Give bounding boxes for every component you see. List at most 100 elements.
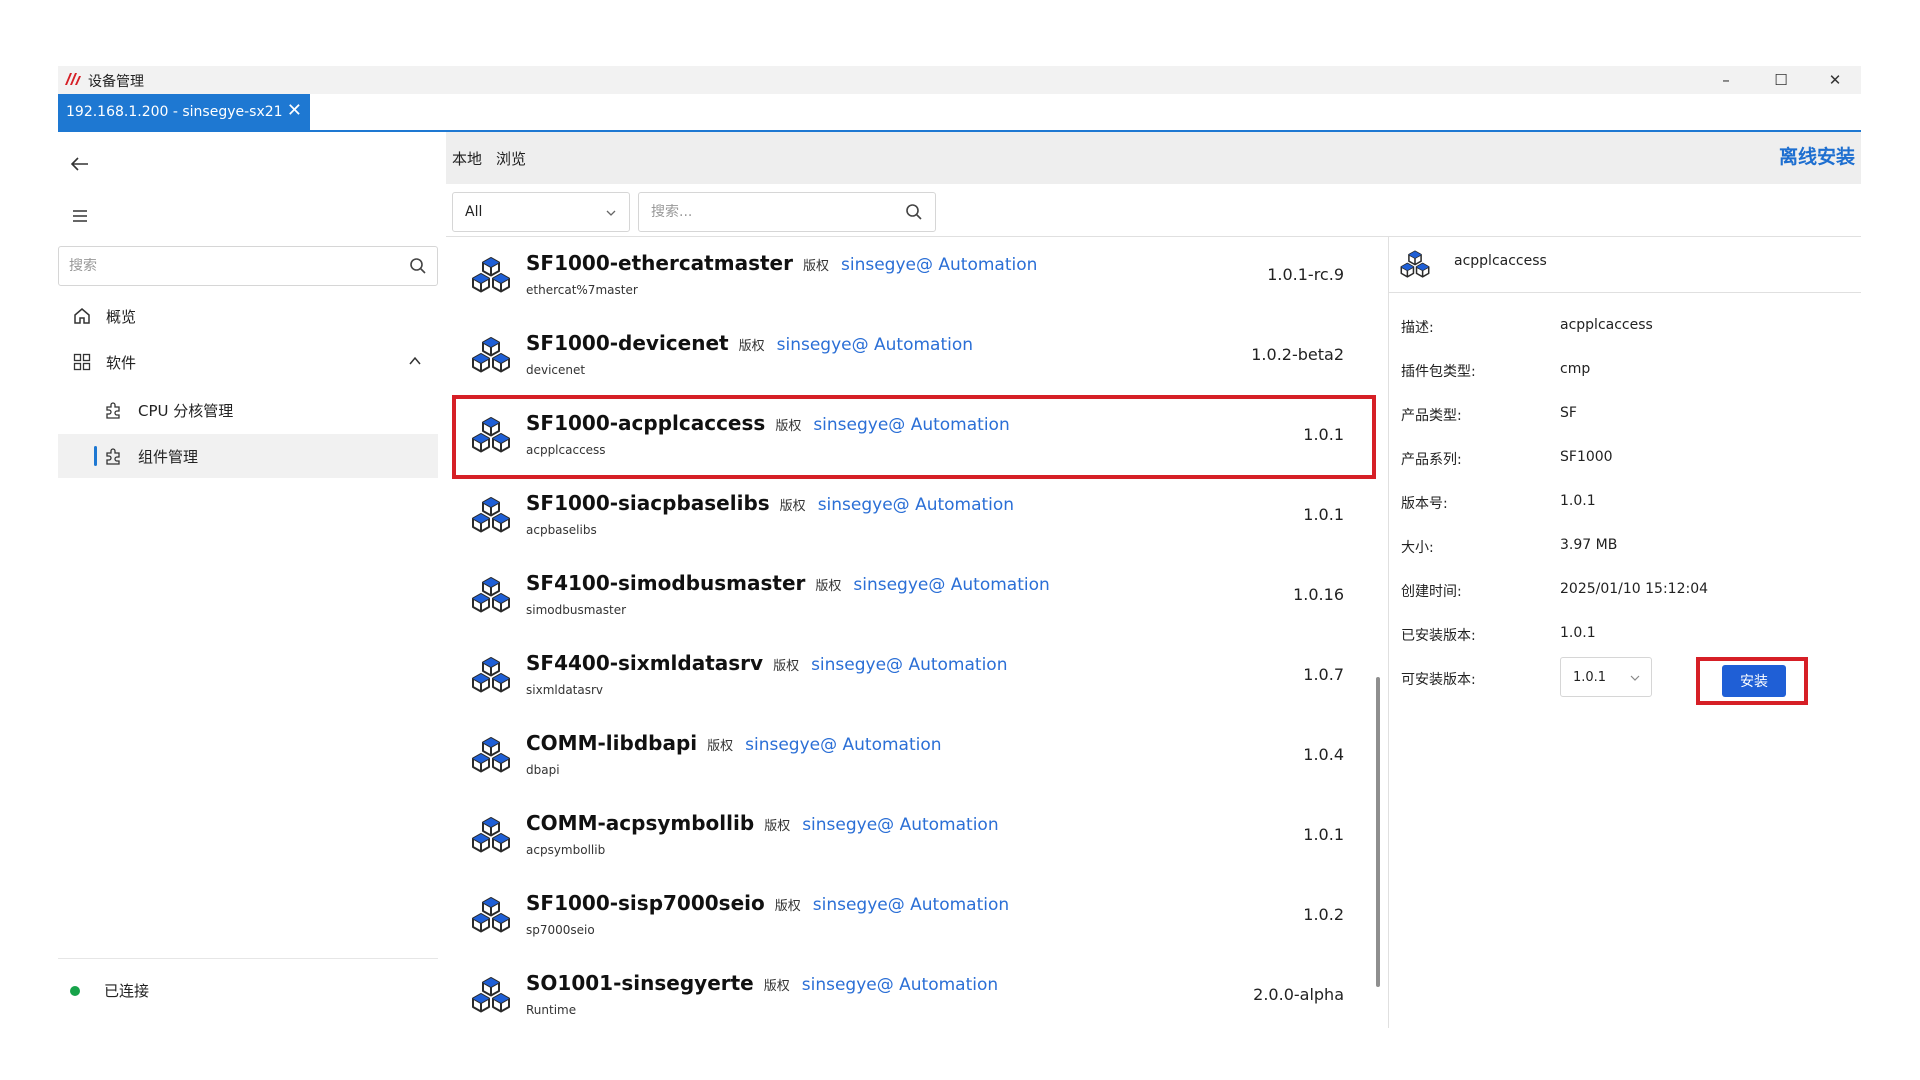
package-row[interactable]: SO1001-sinsegyerte 版权 sinsegye@ Automation…: [454, 957, 1374, 1028]
field-label: 描述:: [1401, 320, 1434, 336]
package-copyright: 版权: [763, 979, 790, 994]
category-filter-value: All: [465, 204, 483, 220]
tab-local[interactable]: 本地: [452, 148, 482, 169]
package-name: SF4400-sixmldatasrv: [526, 651, 764, 675]
sidebar-item-overview[interactable]: 概览: [58, 294, 438, 338]
installable-version-value: 1.0.1: [1573, 669, 1607, 685]
package-copyright: 版权: [774, 899, 801, 914]
sidebar-item-label: 软件: [106, 353, 137, 372]
package-name: SF4100-simodbusmaster: [526, 571, 806, 595]
offline-install-button[interactable]: 离线安装: [1779, 142, 1855, 169]
package-row-selected[interactable]: SF1000-acpplcaccess 版权 sinsegye@ Automatio…: [452, 395, 1376, 479]
chevron-up-icon[interactable]: [408, 354, 422, 368]
install-button[interactable]: 安装: [1722, 665, 1786, 697]
sidebar-search: [58, 246, 438, 286]
package-vendor: sinsegye@ Automation: [853, 575, 1050, 595]
package-version: 1.0.2-beta2: [1251, 345, 1344, 364]
sidebar-item-cpu-core-management[interactable]: CPU 分核管理: [58, 388, 438, 432]
back-arrow-icon[interactable]: [68, 152, 92, 176]
puzzle-icon: [104, 446, 124, 466]
detail-title: acpplcaccess: [1454, 253, 1547, 269]
app-title: 设备管理: [88, 74, 144, 90]
package-vendor: sinsegye@ Automation: [745, 735, 942, 755]
sidebar-divider: [58, 958, 438, 959]
field-value: 3.97 MB: [1560, 537, 1618, 553]
package-version: 1.0.1-rc.9: [1267, 265, 1344, 284]
package-copyright: 版权: [773, 659, 800, 674]
close-icon[interactable]: ✕: [287, 100, 302, 121]
package-row[interactable]: SF4100-simodbusmaster 版权 sinsegye@ Automat…: [454, 557, 1374, 637]
package-copyright: 版权: [815, 579, 842, 594]
tab-browse[interactable]: 浏览: [496, 148, 526, 169]
package-name: SF1000-ethercatmaster: [526, 251, 793, 275]
search-icon[interactable]: [905, 203, 923, 221]
package-row[interactable]: SF1000-ethercatmaster 版权 sinsegye@ Automat…: [454, 237, 1374, 317]
package-name: SF1000-sisp7000seio: [526, 891, 765, 915]
sidebar-item-software[interactable]: 软件: [58, 340, 438, 384]
package-copyright: 版权: [707, 739, 734, 754]
field-label: 产品类型:: [1401, 408, 1462, 424]
package-version: 1.0.7: [1303, 665, 1344, 684]
search-icon[interactable]: [409, 257, 427, 275]
close-window-button[interactable]: ✕: [1815, 68, 1855, 92]
field-value: SF: [1560, 405, 1577, 421]
package-search-input[interactable]: [651, 204, 891, 220]
package-row[interactable]: COMM-libdbapi 版权 sinsegye@ Automation dbap…: [454, 717, 1374, 797]
package-version: 1.0.4: [1303, 745, 1344, 764]
sidebar: 概览 软件 CPU 分核管理 组件管理 已连接: [58, 132, 438, 1028]
minimize-button[interactable]: –: [1706, 68, 1746, 92]
maximize-button[interactable]: ☐: [1761, 68, 1801, 92]
filter-bar: All: [446, 184, 1861, 236]
package-id: Runtime: [526, 1003, 577, 1017]
connection-tab[interactable]: 192.168.1.200 - sinsegye-sx21 ✕: [58, 94, 310, 130]
package-version: 1.0.1: [1303, 505, 1344, 524]
install-highlight-box: 安装: [1696, 657, 1808, 705]
package-cubes-icon: [470, 735, 512, 777]
package-search: [638, 192, 936, 232]
package-id: dbapi: [526, 763, 560, 777]
field-label: 产品系列:: [1401, 452, 1462, 468]
package-id: ethercat%7master: [526, 283, 638, 297]
package-vendor: sinsegye@ Automation: [813, 415, 1010, 435]
package-copyright: 版权: [764, 819, 791, 834]
field-label: 创建时间:: [1401, 584, 1462, 600]
field-value: 1.0.1: [1560, 625, 1596, 641]
sidebar-search-input[interactable]: [69, 258, 389, 274]
package-vendor: sinsegye@ Automation: [817, 495, 1015, 515]
package-id: simodbusmaster: [526, 603, 627, 617]
package-cubes-icon: [470, 255, 512, 297]
sidebar-item-component-management[interactable]: 组件管理: [58, 434, 438, 478]
package-name: COMM-acpsymbollib: [526, 811, 755, 835]
package-name: COMM-libdbapi: [526, 731, 698, 755]
package-version: 1.0.16: [1293, 585, 1344, 604]
package-vendor: sinsegye@ Automation: [811, 655, 1008, 675]
puzzle-icon: [104, 400, 124, 420]
package-id: acpbaselibs: [526, 523, 597, 537]
package-cubes-icon: [470, 895, 512, 937]
field-value: 1.0.1: [1560, 493, 1596, 509]
home-icon: [72, 306, 92, 326]
package-cubes-icon: [470, 655, 512, 697]
package-row[interactable]: COMM-acpsymbollib 版权 sinsegye@ Automation …: [454, 797, 1374, 877]
package-vendor: sinsegye@ Automation: [802, 815, 999, 835]
package-cubes-icon: [470, 975, 512, 1017]
package-id: sp7000seio: [526, 923, 595, 937]
app-logo-icon: [65, 73, 81, 85]
title-bar: 设备管理 – ☐ ✕: [58, 66, 1861, 94]
list-scrollbar[interactable]: [1376, 677, 1380, 987]
installable-version-select[interactable]: 1.0.1: [1560, 657, 1652, 697]
package-row[interactable]: SF1000-siacpbaselibs 版权 sinsegye@ Automati…: [454, 477, 1374, 557]
sidebar-item-label: CPU 分核管理: [138, 401, 234, 420]
package-name: SF1000-acpplcaccess: [526, 411, 766, 435]
package-id: devicenet: [526, 363, 586, 377]
category-filter-select[interactable]: All: [452, 192, 630, 232]
package-row[interactable]: SF4400-sixmldatasrv 版权 sinsegye@ Automatio…: [454, 637, 1374, 717]
package-id: acpplcaccess: [526, 443, 606, 457]
package-id: acpsymbollib: [526, 843, 606, 857]
package-version: 1.0.1: [1303, 825, 1344, 844]
package-row[interactable]: SF1000-sisp7000seio 版权 sinsegye@ Automatio…: [454, 877, 1374, 957]
package-row[interactable]: SF1000-devicenet 版权 sinsegye@ Automation d…: [454, 317, 1374, 397]
package-vendor: sinsegye@ Automation: [812, 895, 1010, 915]
hamburger-menu-icon[interactable]: [68, 204, 92, 228]
field-value: cmp: [1560, 361, 1591, 377]
